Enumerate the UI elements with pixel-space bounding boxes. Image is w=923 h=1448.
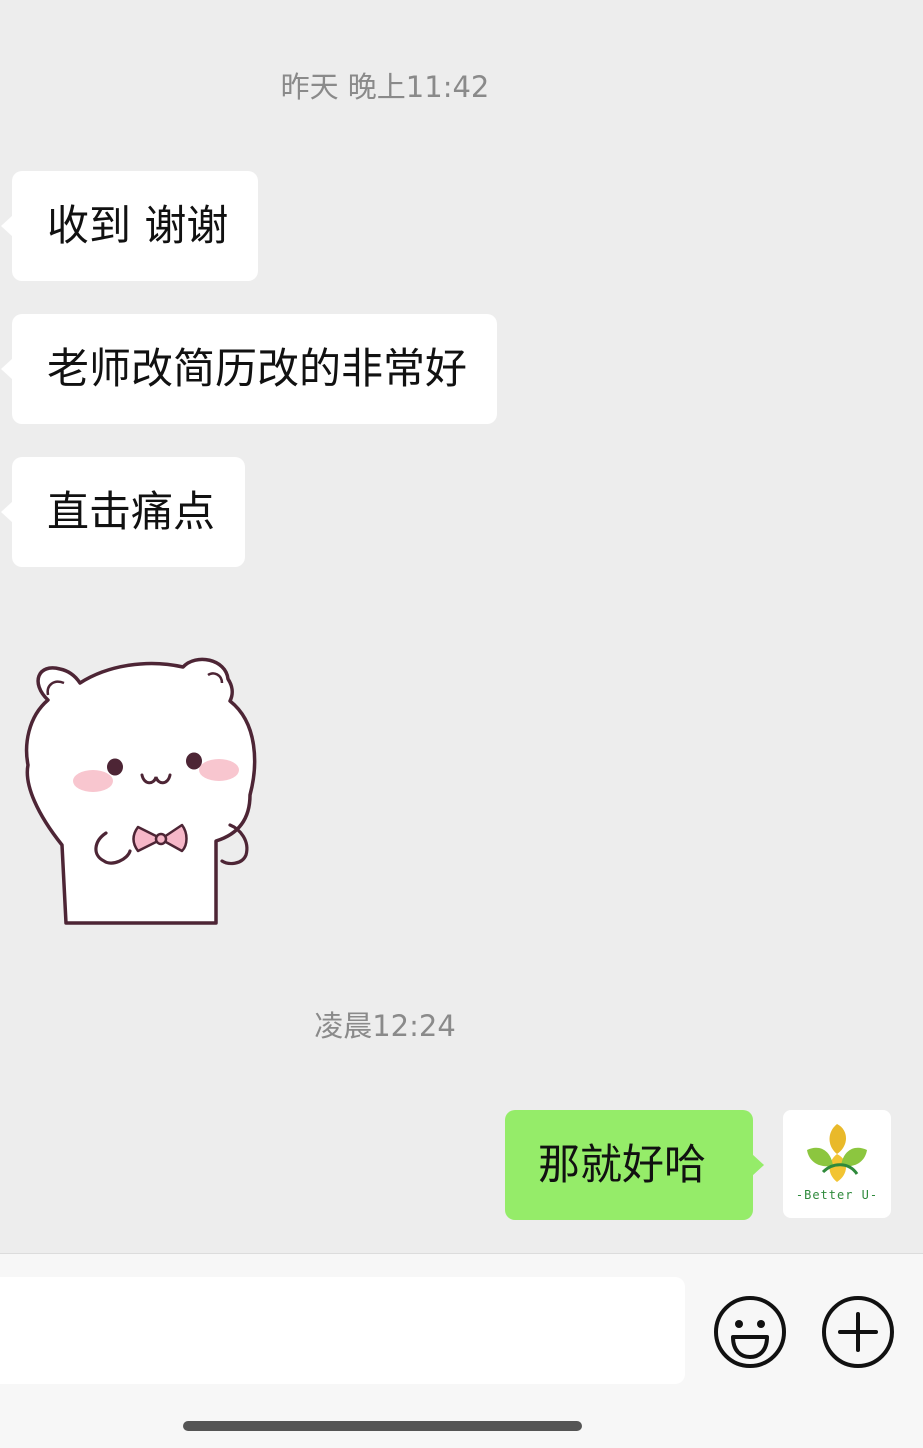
home-indicator <box>183 1421 582 1431</box>
message-text: 那就好哈 <box>538 1140 707 1189</box>
my-avatar[interactable]: -Better U- <box>783 1110 891 1218</box>
smiley-face-icon[interactable] <box>713 1295 787 1369</box>
avatar-logo-text: -Better U- <box>795 1188 879 1202</box>
message-text: 直击痛点 <box>47 487 216 536</box>
white-bear-bowtie-sticker[interactable] <box>18 655 263 925</box>
message-bubble-received[interactable]: 老师改简历改的非常好 <box>0 314 498 424</box>
message-bubble-received[interactable]: 收到 谢谢 <box>0 171 259 281</box>
timestamp: 凌晨12:24 <box>314 1009 456 1043</box>
input-bar <box>0 1253 923 1448</box>
message-text: 老师改简历改的非常好 <box>47 344 468 393</box>
plus-circle-icon[interactable] <box>821 1295 895 1369</box>
message-bubble-sent[interactable]: 那就好哈 <box>505 1110 764 1220</box>
message-bubble-received[interactable]: 直击痛点 <box>0 457 246 567</box>
message-input[interactable] <box>0 1277 685 1384</box>
chat-area[interactable]: 昨天 晚上11:42 收到 谢谢 老师改简历改的非常好 直击痛点 凌晨12:24… <box>0 0 923 1253</box>
message-text: 收到 谢谢 <box>47 201 229 250</box>
timestamp: 昨天 晚上11:42 <box>280 70 490 104</box>
